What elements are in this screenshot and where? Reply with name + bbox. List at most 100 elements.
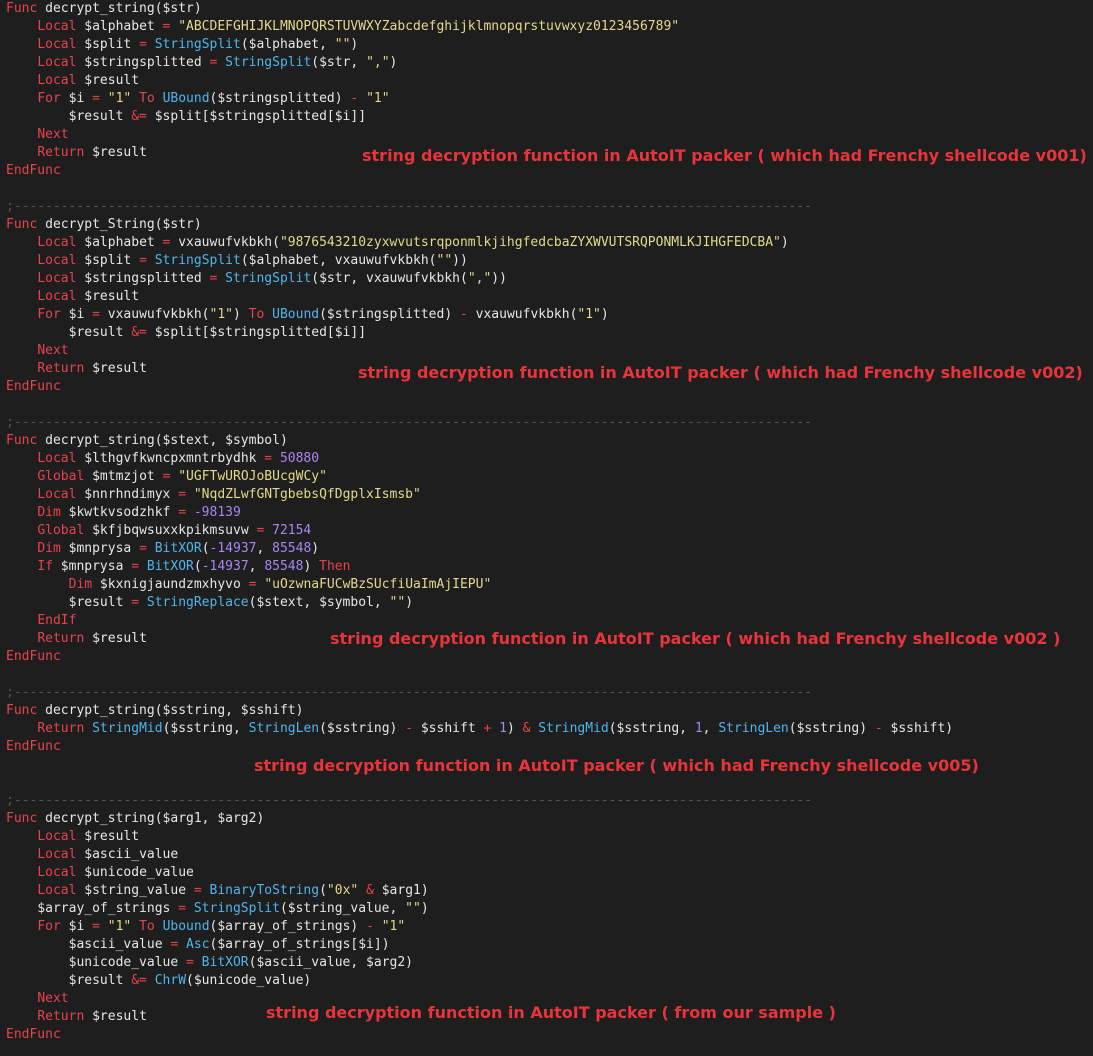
- code-token: $kxnigjaundzmxhyvo: [92, 577, 249, 592]
- code-token: =: [131, 595, 140, 610]
- code-token: ): [350, 37, 359, 52]
- code-token: ,: [248, 559, 265, 574]
- code-token: ): [311, 541, 320, 556]
- code-token: StringReplace: [146, 595, 249, 610]
- code-token: $kwtkvsodzhkf: [60, 505, 179, 520]
- code-token: Local: [37, 451, 77, 466]
- code-token: Local: [37, 487, 77, 502]
- code-token: BinaryToString: [209, 883, 320, 898]
- code-token: =: [178, 901, 187, 916]
- code-token: Local: [37, 865, 77, 880]
- code-token: $nnrhndimyx: [76, 487, 179, 502]
- code-token: $mnprysa: [60, 541, 140, 556]
- code-token: ($stringsplitted): [209, 91, 351, 106]
- code-token: Local: [37, 883, 77, 898]
- code-token: 1: [694, 721, 703, 736]
- code-token: Local: [37, 847, 77, 862]
- code-token: StringSplit: [154, 253, 241, 268]
- code-line: ;---------------------------------------…: [6, 792, 953, 810]
- code-token: ;---------------------------------------…: [6, 685, 813, 700]
- code-line: Local $ascii_value: [6, 846, 953, 864]
- code-line: Local $alphabet = vxauwufvkbkh("98765432…: [6, 234, 953, 252]
- code-token: ;---------------------------------------…: [6, 793, 813, 808]
- code-token: StringSplit: [225, 55, 312, 70]
- code-token: decrypt_string($sstring, $sshift): [37, 703, 304, 718]
- code-line: EndFunc: [6, 738, 953, 756]
- code-token: "1": [107, 91, 132, 106]
- code-line: Func decrypt_string($str): [6, 0, 953, 18]
- code-line: $ascii_value = Asc($array_of_strings[$i]…: [6, 936, 953, 954]
- annotation-v002-first: string decryption function in AutoIT pac…: [358, 363, 1083, 382]
- code-token: =: [139, 541, 147, 556]
- code-line: Global $mtmzjot = "UGFTwUROJoBUcgWCy": [6, 468, 953, 486]
- code-token: "uOzwnaFUCwBzSUcfiUaImAjIEPU": [264, 577, 492, 592]
- annotation-v005: string decryption function in AutoIT pac…: [254, 756, 979, 775]
- code-token: $alphabet: [76, 19, 163, 34]
- code-line: EndIf: [6, 612, 953, 630]
- code-line: Func decrypt_String($str): [6, 216, 953, 234]
- code-token: vxauwufvkbkh(: [467, 307, 578, 322]
- code-token: $mtmzjot: [84, 469, 163, 484]
- code-line: Local $result: [6, 72, 953, 90]
- code-token: "9876543210zyxwvutsrqponmlkjihgfedcbaZYX…: [279, 235, 781, 250]
- code-token: $kfjbqwsuxxkpikmsuvw: [84, 523, 257, 538]
- code-token: Ubound: [162, 919, 210, 934]
- code-token: =: [139, 253, 147, 268]
- code-token: ($stringsplitted): [319, 307, 460, 322]
- code-token: ($unicode_value): [186, 973, 312, 988]
- code-line: Return StringMid($sstring, StringLen($ss…: [6, 720, 953, 738]
- code-token: ): [420, 901, 429, 916]
- code-token: ): [303, 559, 320, 574]
- code-token: ): [233, 307, 249, 322]
- code-token: "": [389, 595, 406, 610]
- code-token: ($sstring): [319, 721, 406, 736]
- code-editor[interactable]: Func decrypt_string($str) Local $alphabe…: [0, 0, 1093, 1056]
- code-token: -: [874, 721, 883, 736]
- code-token: ): [389, 55, 398, 70]
- code-token: UBound: [162, 91, 210, 106]
- code-token: $lthgvfkwncpxmntrbydhk: [76, 451, 265, 466]
- code-token: =: [92, 91, 100, 106]
- code-token: $ascii_value: [76, 847, 179, 862]
- code-token: =: [92, 919, 100, 934]
- code-token: &: [366, 883, 374, 898]
- code-token: decrypt_string($stext, $symbol): [37, 433, 288, 448]
- code-token: &=: [131, 325, 147, 340]
- code-token: =: [193, 883, 202, 898]
- code-line: $result &= ChrW($unicode_value): [6, 972, 953, 990]
- code-token: Local: [37, 289, 77, 304]
- code-line: Global $kfjbqwsuxxkpikmsuvw = 72154: [6, 522, 953, 540]
- code-token: Dim: [37, 541, 61, 556]
- code-token: ($sstring): [788, 721, 875, 736]
- code-line: ;---------------------------------------…: [6, 198, 953, 216]
- code-line: Local $split = StringSplit($alphabet, ""…: [6, 36, 953, 54]
- code-line: Local $alphabet = "ABCDEFGHIJKLMNOPQRSTU…: [6, 18, 953, 36]
- code-token: ($string_value,: [279, 901, 406, 916]
- code-line: $result &= $split[$stringsplitted[$i]]: [6, 108, 953, 126]
- code-token: Local: [37, 37, 77, 52]
- code-token: To: [248, 307, 265, 322]
- code-token: BitXOR: [146, 559, 194, 574]
- code-token: "UGFTwUROJoBUcgWCy": [178, 469, 327, 484]
- code-token: =: [264, 451, 273, 466]
